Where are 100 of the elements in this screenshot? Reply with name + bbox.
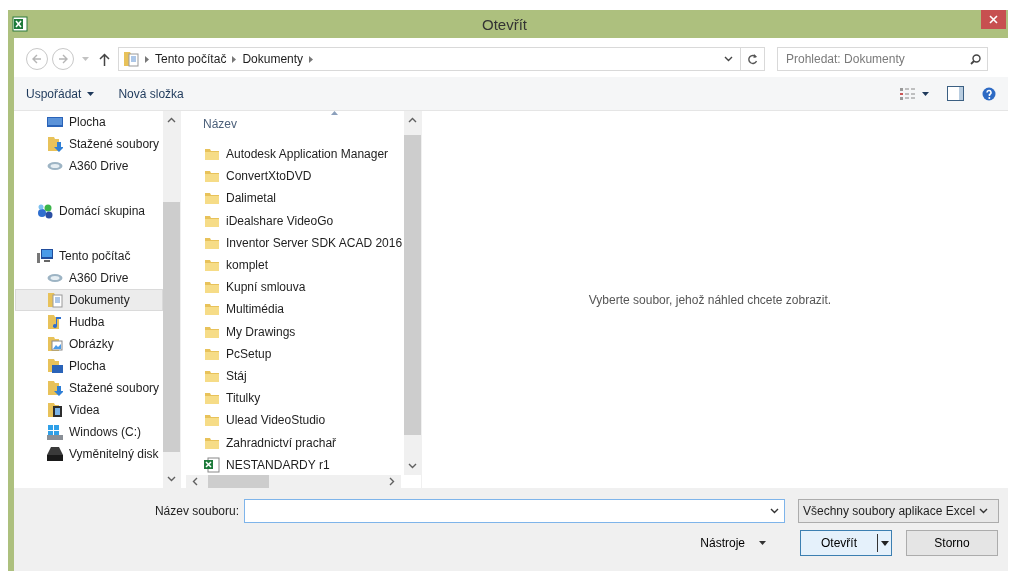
file-row[interactable]: Kupní smlouva — [201, 276, 404, 299]
file-row[interactable]: Stáj — [201, 364, 404, 388]
music-folder-icon — [47, 314, 63, 330]
dropdown-icon[interactable] — [724, 56, 733, 62]
file-row[interactable]: NESTANDARDY r1 — [201, 453, 404, 475]
list-view-icon — [900, 87, 916, 100]
scroll-left-icon[interactable] — [192, 477, 198, 486]
spreadsheet-icon — [204, 456, 220, 473]
forward-arrow-icon — [57, 53, 69, 65]
people-icon — [37, 203, 53, 219]
breadcrumb[interactable]: Tento počítač — [155, 52, 227, 66]
scroll-thumb[interactable] — [163, 202, 180, 452]
close-button[interactable] — [981, 10, 1006, 29]
file-row[interactable]: Dalimetal — [201, 187, 404, 210]
scroll-thumb[interactable] — [404, 135, 421, 435]
nav-item[interactable]: A360 Drive — [15, 267, 163, 289]
document-folder-icon — [123, 51, 139, 67]
preview-message: Vyberte soubor, jehož náhled chcete zobrazit. — [588, 292, 832, 307]
caret-icon — [922, 91, 929, 96]
computer-icon — [37, 248, 53, 264]
file-row[interactable]: My Drawings — [201, 320, 404, 343]
file-row[interactable]: Titulky — [201, 387, 404, 410]
nav-item[interactable]: Stažené soubory — [15, 377, 163, 399]
address-bar[interactable]: Tento počítač Dokumenty — [118, 47, 741, 71]
new-folder-button[interactable]: Nová složka — [110, 82, 192, 105]
scroll-thumb[interactable] — [208, 475, 269, 488]
column-header[interactable]: Název — [201, 111, 373, 137]
folder-icon — [47, 358, 63, 374]
nav-item[interactable]: Videa — [15, 399, 163, 421]
caret-icon — [881, 540, 889, 546]
sort-arrow-icon — [331, 111, 338, 115]
picture-folder-icon — [47, 336, 63, 352]
refresh-button[interactable] — [741, 47, 765, 71]
folder-icon — [204, 146, 220, 163]
pane-icon — [947, 86, 964, 101]
dropdown-icon[interactable] — [770, 508, 779, 514]
field-label: Název souboru: — [153, 504, 240, 518]
scrollbar[interactable] — [163, 111, 180, 488]
folder-icon — [204, 301, 220, 318]
nav-item[interactable]: Obrázky — [15, 333, 163, 355]
filename-field[interactable] — [244, 499, 785, 523]
download-folder-icon — [47, 380, 63, 396]
nav-item[interactable]: Stažené soubory — [15, 133, 163, 155]
nav-item[interactable]: Domácí skupina — [15, 200, 163, 222]
file-row[interactable]: Inventor Server SDK ACAD 2016 — [201, 231, 404, 254]
scroll-right-icon[interactable] — [389, 477, 395, 486]
close-icon — [989, 15, 998, 24]
organize-menu[interactable]: Uspořádat — [18, 82, 103, 105]
download-folder-icon — [47, 136, 63, 152]
horizontal-scrollbar[interactable] — [186, 475, 401, 488]
window-title: Otevřít — [481, 15, 528, 33]
scrollbar[interactable] — [404, 111, 421, 475]
dropdown-icon — [979, 508, 989, 514]
folder-icon — [204, 257, 220, 274]
help-icon — [982, 86, 996, 101]
caret-icon — [87, 91, 95, 96]
file-type-dropdown[interactable]: Všechny soubory aplikace Excel — [798, 499, 999, 523]
scroll-up-icon[interactable] — [408, 117, 417, 123]
nav-item[interactable]: Windows (C:) — [15, 421, 163, 443]
back-arrow-icon — [31, 53, 43, 65]
nav-item[interactable]: Plocha — [15, 355, 163, 377]
nav-item[interactable]: Hudba — [15, 311, 163, 333]
file-row[interactable]: ConvertXtoDVD — [201, 165, 404, 188]
document-folder-icon — [47, 292, 63, 308]
disk-drive-icon — [47, 446, 63, 462]
video-folder-icon — [47, 402, 63, 418]
nav-item[interactable]: Vyměnitelný disk — [15, 443, 163, 465]
folder-icon — [204, 168, 220, 185]
scroll-up-icon[interactable] — [167, 117, 176, 123]
tools-menu[interactable]: Nástroje — [700, 536, 766, 550]
file-row[interactable]: komplet — [201, 253, 404, 277]
file-row[interactable]: Ulead VideoStudio — [201, 409, 404, 432]
chevron-icon — [232, 55, 237, 63]
folder-icon — [204, 412, 220, 429]
nav-item[interactable]: Tento počítač — [15, 245, 163, 267]
scroll-down-icon[interactable] — [167, 476, 176, 482]
file-row[interactable]: Autodesk Application Manager — [201, 143, 404, 166]
spreadsheet-icon — [12, 16, 28, 32]
nav-item[interactable]: Plocha — [15, 111, 163, 133]
caret-icon — [759, 541, 766, 545]
file-row[interactable]: Multimédia — [201, 298, 404, 321]
folder-icon — [204, 190, 220, 207]
chevron-icon — [309, 55, 314, 63]
cancel-button[interactable]: Storno — [906, 530, 998, 556]
drive-icon — [47, 424, 63, 440]
file-row[interactable]: Zahradnictví prachař — [201, 431, 404, 454]
folder-icon — [204, 279, 220, 296]
search-field[interactable]: Prohledat: Dokumenty — [777, 47, 988, 71]
chevron-icon — [145, 55, 149, 63]
nav-item[interactable]: Dokumenty — [15, 289, 163, 311]
monitor-icon — [47, 114, 63, 130]
nav-item[interactable]: A360 Drive — [15, 155, 163, 177]
scroll-down-icon[interactable] — [408, 463, 417, 469]
open-button[interactable]: Otevřít — [800, 530, 892, 556]
file-row[interactable]: PcSetup — [201, 342, 404, 365]
breadcrumb[interactable]: Dokumenty — [242, 52, 304, 66]
up-arrow-icon[interactable] — [99, 52, 110, 66]
folder-icon — [204, 390, 220, 407]
file-row[interactable]: iDealshare VideoGo — [201, 209, 404, 232]
refresh-icon — [747, 53, 758, 65]
